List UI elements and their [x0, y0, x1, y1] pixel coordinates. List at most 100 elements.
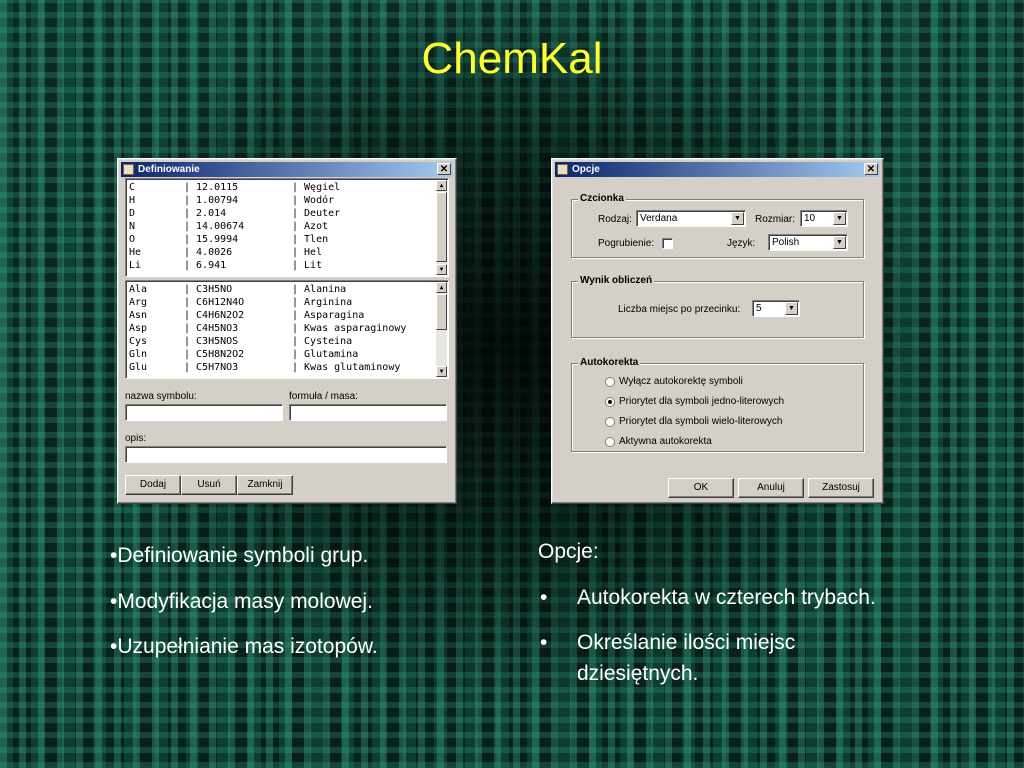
bullet-marker: • [540, 586, 548, 609]
description-label: opis: [125, 433, 147, 444]
value-cell: | 14.00674 [184, 221, 245, 232]
value-cell: | C3H5NO [184, 284, 233, 295]
value-cell: | 1.00794 [184, 195, 239, 206]
scroll-thumb[interactable] [436, 294, 447, 330]
symbol-cell: Ala [129, 284, 148, 295]
autocorrect-group-title: Autokorekta [578, 357, 641, 368]
autocorrect-option-label: Priorytet dla symboli jedno-literowych [619, 396, 785, 407]
bold-label: Pogrubienie: [598, 238, 655, 249]
autocorrect-option-label: Wyłącz autokorektę symboli [619, 376, 743, 387]
apply-button[interactable]: Zastosuj [808, 478, 874, 498]
symbol-cell: D [129, 208, 136, 219]
autocorrect-option-label: Priorytet dla symboli wielo-literowych [619, 416, 783, 427]
opcje-titlebar[interactable]: Opcje ✕ [555, 162, 880, 177]
definiowanie-window: Definiowanie ✕ C | 12.0115 | Węgiel H | 1.00… [117, 158, 457, 504]
formula-mass-input[interactable] [289, 404, 447, 421]
symbol-cell: H [129, 195, 136, 206]
value-cell: | 2.014 [184, 208, 227, 219]
size-select[interactable]: 10 ▼ [800, 210, 848, 227]
name-cell: | Kwas glutaminowy [292, 362, 401, 373]
definiowanie-titlebar[interactable]: Definiowanie ✕ [121, 162, 453, 177]
value-cell: | 12.0115 [184, 182, 239, 193]
slide-title: ChemKal [421, 34, 603, 83]
app-icon [557, 164, 568, 175]
value-cell: | 15.9994 [184, 234, 239, 245]
chevron-down-icon[interactable]: ▼ [785, 302, 798, 315]
list-item-continuation: dziesiętnych. [577, 662, 699, 685]
close-icon[interactable]: ✕ [864, 163, 878, 175]
list-item: Autokorekta w czterech trybach. [577, 586, 876, 609]
chevron-down-icon[interactable]: ▼ [833, 236, 846, 249]
name-cell: | Wodór [292, 195, 335, 206]
bold-checkbox[interactable] [662, 238, 673, 249]
name-cell: | Cysteina [292, 336, 353, 347]
font-group-title: Czcionka [578, 193, 626, 204]
elements-list[interactable]: C | 12.0115 | Węgiel H | 1.00794 | Wodór D | 2.… [125, 178, 449, 277]
add-button[interactable]: Dodaj [125, 475, 181, 495]
ok-button[interactable]: OK [668, 478, 734, 498]
name-cell: | Lit [292, 260, 323, 271]
scroll-up-icon[interactable]: ▲ [436, 282, 447, 293]
symbol-cell: Cys [129, 336, 148, 347]
name-cell: | Arginina [292, 297, 353, 308]
language-select[interactable]: Polish ▼ [768, 234, 848, 251]
groups-scrollbar[interactable]: ▲ ▼ [436, 282, 447, 377]
font-group: Czcionka Rodzaj: Verdana ▼ Rozmiar: 10 ▼… [571, 193, 864, 258]
chevron-down-icon[interactable]: ▼ [833, 212, 846, 225]
decimals-label: Liczba miejsc po przecinku: [618, 304, 741, 315]
autocorrect-group: Autokorekta Wyłącz autokorektę symboli Pr… [571, 357, 864, 452]
scroll-down-icon[interactable]: ▼ [436, 366, 447, 377]
elements-scrollbar[interactable]: ▲ ▼ [436, 180, 447, 275]
language-label: Język: [727, 238, 756, 249]
symbol-cell: Gln [129, 349, 148, 360]
symbol-cell: C [129, 182, 136, 193]
font-label: Rodzaj: [598, 214, 632, 225]
list-item: •Uzupełnianie mas izotopów. [110, 635, 378, 658]
groups-list[interactable]: Ala | C3H5NO | Alanina Arg | C6H12N4O | Argin… [125, 280, 449, 379]
scroll-down-icon[interactable]: ▼ [436, 264, 447, 275]
name-cell: | Glutamina [292, 349, 359, 360]
symbol-cell: Glu [129, 362, 148, 373]
symbol-cell: Arg [129, 297, 148, 308]
autocorrect-radio[interactable] [605, 397, 615, 407]
close-icon[interactable]: ✕ [437, 163, 451, 175]
symbol-name-input[interactable] [125, 404, 283, 421]
symbol-cell: O [129, 234, 136, 245]
autocorrect-option-label: Aktywna autokorekta [619, 436, 712, 447]
window-title: Opcje [572, 164, 600, 175]
value-cell: | C6H12N4O [184, 297, 245, 308]
autocorrect-radio[interactable] [605, 437, 615, 447]
size-label: Rozmiar: [755, 214, 796, 225]
symbol-name-label: nazwa symbolu: [125, 391, 197, 402]
description-input[interactable] [125, 446, 447, 463]
name-cell: | Alanina [292, 284, 347, 295]
decimals-select[interactable]: 5 ▼ [752, 300, 800, 317]
name-cell: | Azot [292, 221, 329, 232]
symbol-cell: Li [129, 260, 142, 271]
name-cell: | Hel [292, 247, 323, 258]
font-select[interactable]: Verdana ▼ [636, 210, 746, 227]
window-title: Definiowanie [138, 164, 200, 175]
cancel-button[interactable]: Anuluj [738, 478, 804, 498]
list-heading: Opcje: [538, 540, 599, 563]
scroll-thumb[interactable] [436, 192, 447, 262]
remove-button[interactable]: Usuń [181, 475, 237, 495]
name-cell: | Deuter [292, 208, 341, 219]
chevron-down-icon[interactable]: ▼ [731, 212, 744, 225]
name-cell: | Węgiel [292, 182, 341, 193]
value-cell: | C4H6N2O2 [184, 310, 245, 321]
autocorrect-radio[interactable] [605, 417, 615, 427]
scroll-up-icon[interactable]: ▲ [436, 180, 447, 191]
result-group: Wynik obliczeń Liczba miejsc po przecink… [571, 275, 864, 338]
symbol-cell: He [129, 247, 142, 258]
name-cell: | Asparagina [292, 310, 365, 321]
value-cell: | C5H8N2O2 [184, 349, 245, 360]
close-button[interactable]: Zamknij [237, 475, 293, 495]
name-cell: | Kwas asparaginowy [292, 323, 407, 334]
autocorrect-radio[interactable] [605, 377, 615, 387]
formula-mass-label: formuła / masa: [289, 391, 358, 402]
value-cell: | C3H5NOS [184, 336, 239, 347]
symbol-cell: N [129, 221, 136, 232]
list-item: •Modyfikacja masy molowej. [110, 590, 373, 613]
value-cell: | 4.0026 [184, 247, 233, 258]
